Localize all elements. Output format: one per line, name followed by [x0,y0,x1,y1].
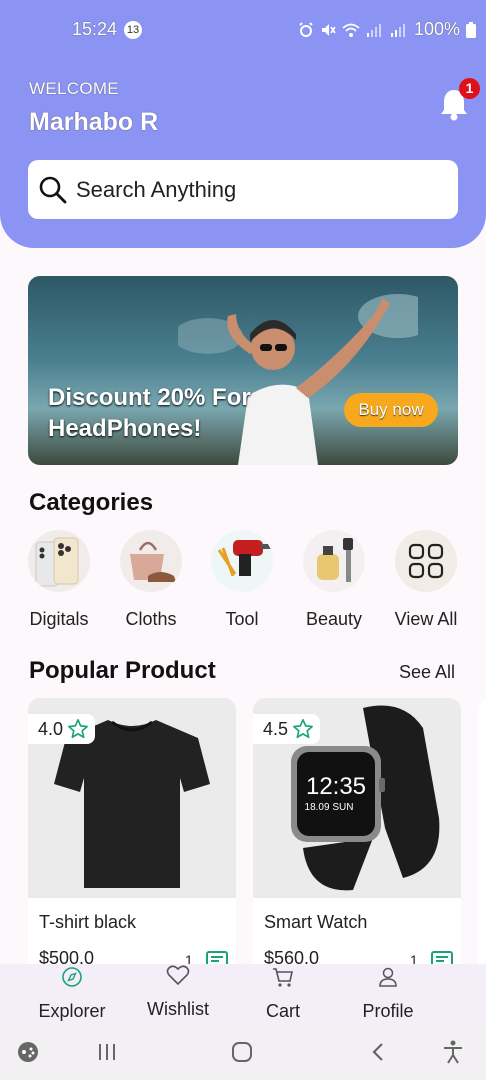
status-time: 15:24 [72,19,118,39]
nav-cart[interactable]: Cart [233,964,333,1024]
perfume-razor-image [317,538,353,582]
nav-label: Wishlist [147,999,209,1019]
product-name: T-shirt black [39,912,137,932]
category-cloths[interactable]: Cloths [105,530,197,630]
grid-icon [408,543,444,579]
watch-date: 18.09 SUN [305,802,354,813]
notification-count-badge: 13 [124,21,142,39]
buy-now-button[interactable]: Buy now [344,393,438,427]
signal-icon-2 [391,23,405,37]
search-input[interactable]: Search Anything [76,177,236,203]
see-all-link[interactable]: See All [399,662,455,683]
search-bar[interactable]: Search Anything [28,160,458,219]
category-label: View All [394,609,458,629]
category-label: Cloths [125,609,177,629]
header: 15:24 13 100% WELCOME Marhabo R 1 Search… [0,0,486,248]
category-view-all[interactable]: View All [380,530,472,630]
category-image [211,530,273,592]
back-icon[interactable] [370,1042,386,1062]
product-card-next-peek[interactable] [478,698,486,988]
notification-badge: 1 [459,78,480,99]
nav-label: Profile [362,1001,414,1021]
category-digitals[interactable]: Digitals [13,530,105,630]
category-image [303,530,365,592]
watch-time: 12:35 [306,773,366,800]
popular-title: Popular Product [29,657,216,684]
mute-icon [322,23,336,36]
cart-icon [273,968,293,987]
category-label: Tool [225,609,259,629]
battery-icon [466,21,477,38]
nav-wishlist[interactable]: Wishlist [128,964,228,1024]
user-icon [379,967,397,987]
category-image [120,530,182,592]
promo-banner[interactable]: Discount 20% For HeadPhones! Buy now [28,276,458,465]
user-name: Marhabo R [29,108,159,136]
compass-icon [62,967,82,987]
product-card-smartwatch[interactable]: 12:35 18.09 SUN 4.5 Smart Watch $560.0 1 [253,698,461,988]
star-icon[interactable] [292,718,314,740]
nav-label: Explorer [38,1001,106,1021]
banner-line-1: Discount 20% For [48,384,251,411]
rating-value: 4.0 [38,718,64,739]
categories-title: Categories [29,489,154,516]
category-label: Beauty [305,609,363,629]
welcome-label: WELCOME [29,79,119,98]
category-tool[interactable]: Tool [196,530,288,630]
status-icons: 100% [298,19,477,40]
nav-explorer[interactable]: Explorer [22,964,122,1024]
wifi-icon [342,23,360,37]
home-icon[interactable] [231,1042,253,1062]
star-icon[interactable] [67,718,89,740]
recent-apps-icon[interactable] [96,1043,118,1061]
phone-image [35,537,79,587]
alarm-icon [299,21,313,37]
heart-icon [166,965,190,986]
category-image [395,530,457,592]
accessibility-icon[interactable] [442,1040,464,1064]
category-image [28,530,90,592]
banner-line-2: HeadPhones! [48,415,202,442]
category-label: Digitals [29,609,89,629]
rating-badge: 4.5 [253,714,321,744]
signal-icon [367,23,381,37]
category-beauty[interactable]: Beauty [288,530,380,630]
rating-badge: 4.0 [28,714,96,744]
search-icon [39,176,67,203]
rating-value: 4.5 [263,718,289,739]
battery-percent: 100% [414,19,461,39]
drill-image [217,540,271,577]
bag-shoe-image [130,541,176,582]
banner-headline: Discount 20% For HeadPhones! [48,382,251,444]
bottom-nav: Explorer Wishlist Cart Profile [0,964,486,1024]
status-bar: 15:24 13 100% [0,0,486,58]
nav-label: Cart [265,1001,300,1021]
nav-profile[interactable]: Profile [338,964,438,1024]
system-nav-bar [0,1024,486,1080]
product-name: Smart Watch [264,912,368,932]
product-card-tshirt[interactable]: 4.0 T-shirt black $500.0 1 [28,698,236,988]
game-launcher-icon[interactable] [16,1041,40,1063]
